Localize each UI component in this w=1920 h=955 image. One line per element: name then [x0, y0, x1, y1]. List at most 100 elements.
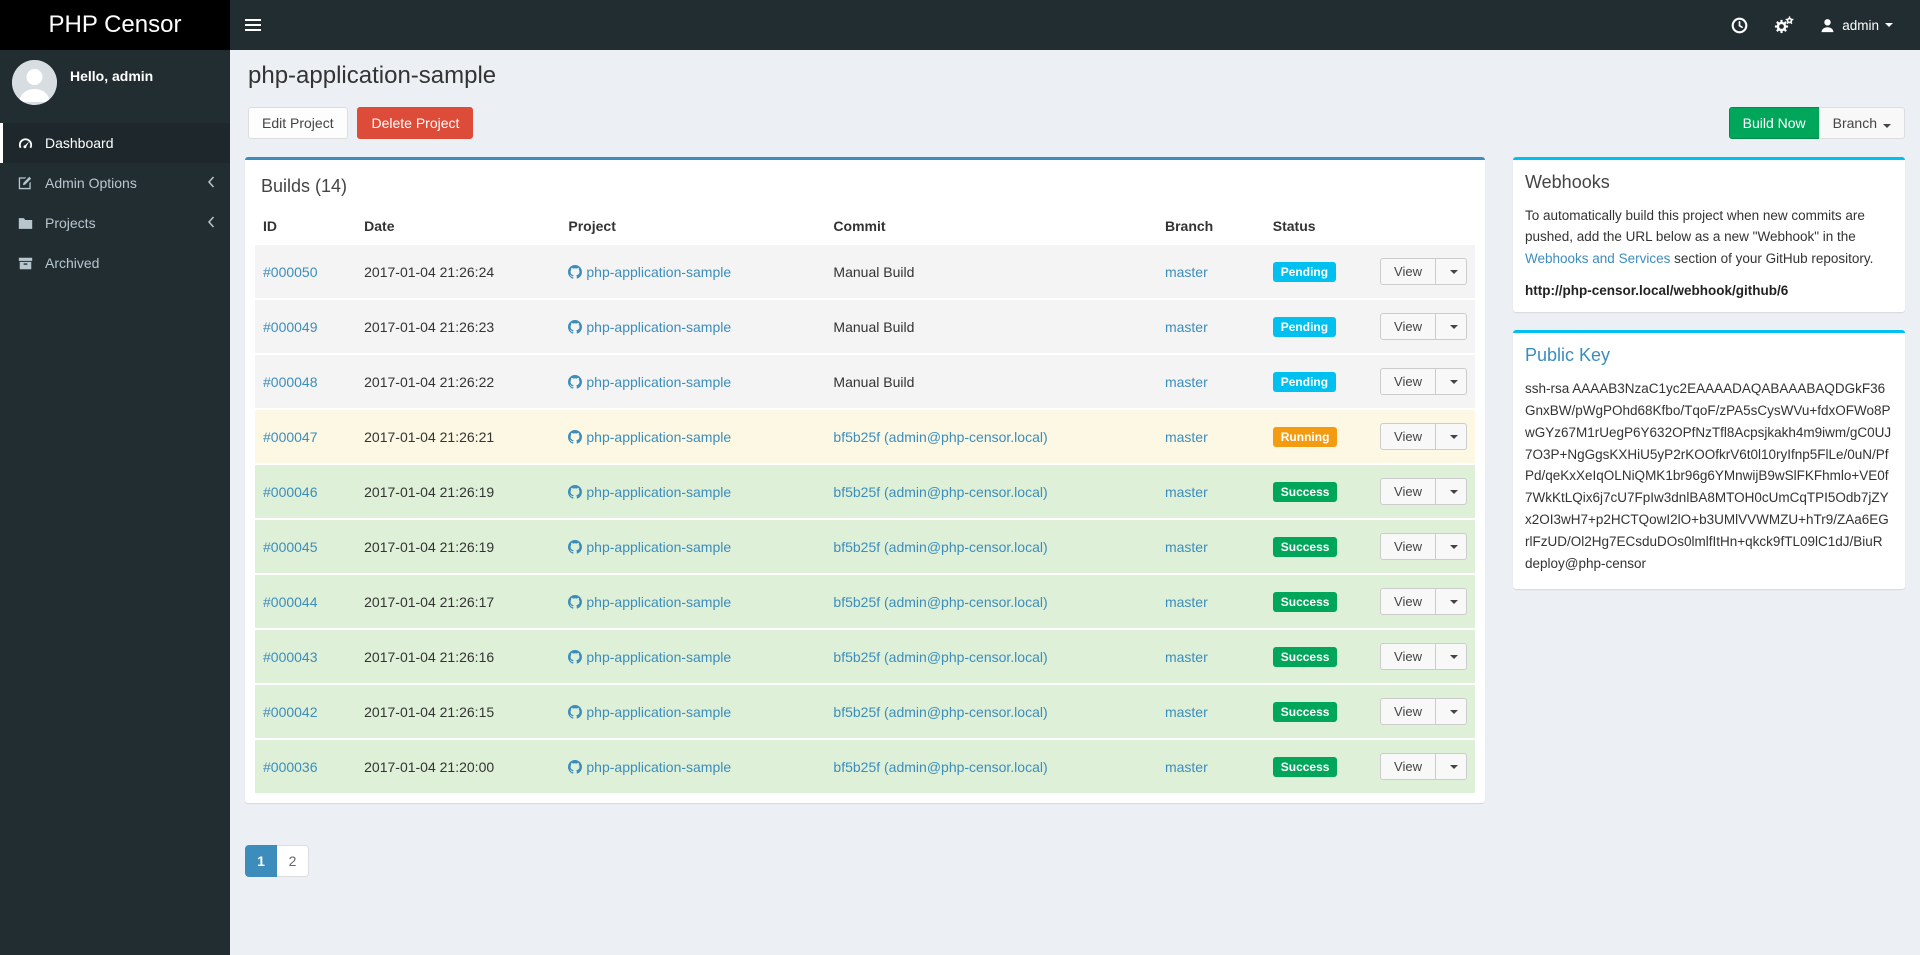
view-dropdown-button[interactable] — [1435, 368, 1467, 395]
chevron-left-icon — [207, 175, 215, 191]
build-id-link[interactable]: #000050 — [263, 264, 318, 280]
table-row: #000043 2017-01-04 21:26:16 php-applicat… — [255, 628, 1475, 684]
view-button[interactable]: View — [1380, 368, 1436, 395]
view-button[interactable]: View — [1380, 643, 1436, 670]
build-id-link[interactable]: #000049 — [263, 319, 318, 335]
caret-down-icon — [1450, 379, 1458, 384]
project-link[interactable]: php-application-sample — [568, 539, 731, 555]
view-button[interactable]: View — [1380, 753, 1436, 780]
status-badge: Success — [1272, 646, 1338, 667]
commit-link[interactable]: bf5b25f (admin@php-censor.local) — [833, 539, 1047, 555]
project-actions-left: Edit Project Delete Project — [248, 107, 474, 139]
branch-link[interactable]: master — [1165, 594, 1208, 610]
commit-link[interactable]: bf5b25f (admin@php-censor.local) — [833, 484, 1047, 500]
commit-link[interactable]: bf5b25f (admin@php-censor.local) — [833, 704, 1047, 720]
view-button[interactable]: View — [1380, 533, 1436, 560]
edit-icon — [18, 176, 38, 190]
project-link[interactable]: php-application-sample — [568, 374, 731, 390]
webhooks-and-services-link[interactable]: Webhooks and Services — [1525, 251, 1670, 266]
view-button-group: View — [1380, 258, 1467, 285]
build-id-link[interactable]: #000043 — [263, 649, 318, 665]
branch-link[interactable]: master — [1165, 539, 1208, 555]
sidebar-item-admin-options[interactable]: Admin Options — [0, 163, 230, 203]
branch-link[interactable]: master — [1165, 484, 1208, 500]
table-row: #000036 2017-01-04 21:20:00 php-applicat… — [255, 738, 1475, 793]
view-button[interactable]: View — [1380, 588, 1436, 615]
status-badge: Pending — [1272, 261, 1337, 282]
view-button-group: View — [1380, 368, 1467, 395]
sidebar-item-dashboard[interactable]: Dashboard — [0, 123, 230, 163]
view-dropdown-button[interactable] — [1435, 698, 1467, 725]
chevron-left-icon — [207, 215, 215, 231]
build-id-link[interactable]: #000044 — [263, 594, 318, 610]
commit-link[interactable]: bf5b25f (admin@php-censor.local) — [833, 429, 1047, 445]
sidebar-item-archived[interactable]: Archived — [0, 243, 230, 283]
page-button-1[interactable]: 1 — [245, 845, 277, 877]
view-dropdown-button[interactable] — [1435, 478, 1467, 505]
build-id-link[interactable]: #000036 — [263, 759, 318, 775]
build-id-link[interactable]: #000048 — [263, 374, 318, 390]
delete-project-button[interactable]: Delete Project — [357, 107, 474, 139]
github-icon — [568, 704, 583, 719]
sidebar-item-projects[interactable]: Projects — [0, 203, 230, 243]
commit-link[interactable]: bf5b25f (admin@php-censor.local) — [833, 594, 1047, 610]
view-dropdown-button[interactable] — [1435, 753, 1467, 780]
commit-link[interactable]: bf5b25f (admin@php-censor.local) — [833, 649, 1047, 665]
project-link[interactable]: php-application-sample — [568, 594, 731, 610]
view-button[interactable]: View — [1380, 698, 1436, 725]
view-dropdown-button[interactable] — [1435, 423, 1467, 450]
branch-link[interactable]: master — [1165, 319, 1208, 335]
avatar — [12, 60, 57, 105]
commit-link[interactable]: bf5b25f (admin@php-censor.local) — [833, 759, 1047, 775]
settings-button[interactable] — [1761, 0, 1807, 50]
project-link[interactable]: php-application-sample — [568, 429, 731, 445]
branch-link[interactable]: master — [1165, 264, 1208, 280]
branch-link[interactable]: master — [1165, 649, 1208, 665]
project-link[interactable]: php-application-sample — [568, 649, 731, 665]
column-header-id: ID — [255, 209, 357, 245]
build-id-link[interactable]: #000047 — [263, 429, 318, 445]
status-badge: Success — [1272, 536, 1338, 557]
app-logo[interactable]: PHP Censor — [0, 0, 230, 50]
project-link[interactable]: php-application-sample — [568, 484, 731, 500]
view-dropdown-button[interactable] — [1435, 258, 1467, 285]
project-link[interactable]: php-application-sample — [568, 264, 731, 280]
build-date: 2017-01-04 21:26:24 — [364, 263, 495, 280]
status-badge: Pending — [1272, 371, 1337, 392]
caret-down-icon — [1450, 269, 1458, 274]
status-badge: Success — [1272, 756, 1338, 777]
edit-project-button[interactable]: Edit Project — [248, 107, 348, 139]
branch-link[interactable]: master — [1165, 429, 1208, 445]
view-button[interactable]: View — [1380, 478, 1436, 505]
clock-icon — [1731, 17, 1748, 33]
build-timeline-button[interactable] — [1718, 0, 1761, 50]
build-date: 2017-01-04 21:26:22 — [364, 373, 495, 390]
view-dropdown-button[interactable] — [1435, 588, 1467, 615]
build-id-link[interactable]: #000045 — [263, 539, 318, 555]
sidebar-toggle-button[interactable] — [230, 0, 276, 50]
view-dropdown-button[interactable] — [1435, 313, 1467, 340]
view-dropdown-button[interactable] — [1435, 533, 1467, 560]
user-menu[interactable]: admin — [1807, 0, 1906, 50]
project-link[interactable]: php-application-sample — [568, 759, 731, 775]
build-id-link[interactable]: #000042 — [263, 704, 318, 720]
view-button[interactable]: View — [1380, 313, 1436, 340]
build-id-link[interactable]: #000046 — [263, 484, 318, 500]
caret-down-icon — [1450, 599, 1458, 604]
branch-link[interactable]: master — [1165, 759, 1208, 775]
branch-link[interactable]: master — [1165, 704, 1208, 720]
page-button-2[interactable]: 2 — [277, 845, 309, 877]
view-dropdown-button[interactable] — [1435, 643, 1467, 670]
project-link[interactable]: php-application-sample — [568, 704, 731, 720]
project-link[interactable]: php-application-sample — [568, 319, 731, 335]
github-icon — [568, 649, 583, 664]
builds-panel-title: Builds (14) — [261, 176, 348, 196]
view-button[interactable]: View — [1380, 258, 1436, 285]
build-now-button[interactable]: Build Now — [1728, 107, 1820, 139]
table-row: #000047 2017-01-04 21:26:21 php-applicat… — [255, 408, 1475, 464]
view-button[interactable]: View — [1380, 423, 1436, 450]
branch-dropdown-button[interactable]: Branch — [1818, 107, 1905, 139]
status-badge: Success — [1272, 701, 1338, 722]
branch-link[interactable]: master — [1165, 374, 1208, 390]
status-badge: Running — [1272, 426, 1338, 447]
